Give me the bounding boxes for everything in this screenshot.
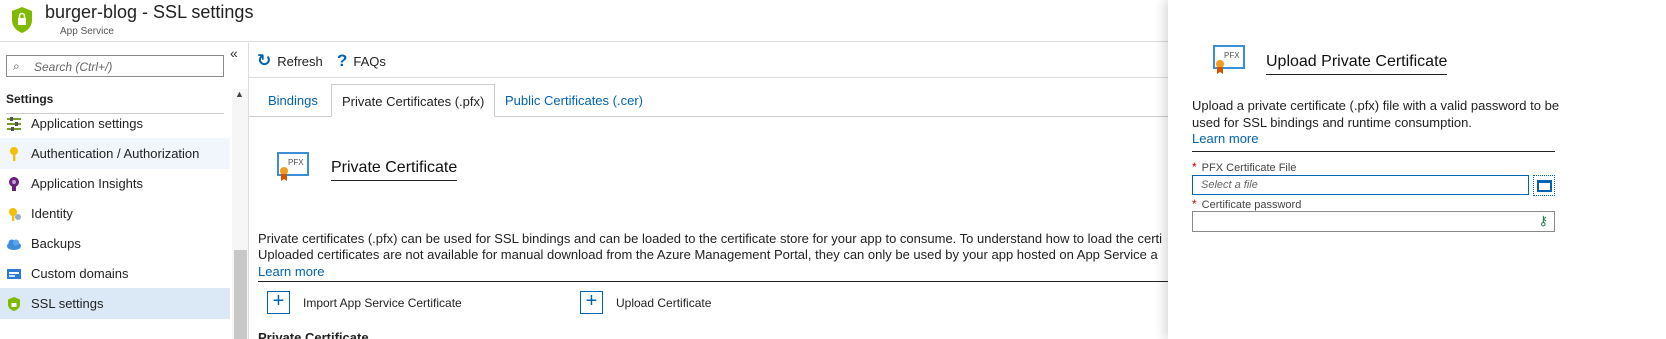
upload-certificate-button[interactable]: + Upload Certificate — [580, 291, 711, 314]
scrollbar-thumb[interactable] — [234, 250, 247, 339]
sidebar-item-label: SSL settings — [31, 296, 104, 311]
folder-icon — [1537, 180, 1552, 192]
import-app-service-certificate-button[interactable]: + Import App Service Certificate — [267, 291, 462, 314]
certificate-password-label-text: Certificate password — [1201, 199, 1302, 211]
pfx-file-label: * PFX Certificate File — [1192, 160, 1296, 174]
file-placeholder: Select a file — [1201, 179, 1258, 191]
panel-learn-more-link[interactable]: Learn more — [1192, 131, 1258, 146]
sidebar-item-label: Custom domains — [31, 266, 129, 281]
certificate-password-input[interactable]: ⚷ — [1192, 211, 1555, 232]
faqs-label: FAQs — [353, 53, 386, 69]
search-icon: ⌕ — [13, 59, 20, 73]
sidebar-item-label: Backups — [31, 236, 81, 251]
pfx-icon-text: PFX — [1224, 51, 1240, 60]
shield-icon — [8, 297, 20, 311]
sidebar-item-label: Authentication / Authorization — [31, 146, 200, 161]
main-content: ↻ Refresh ? FAQs Bindings Private Certif… — [248, 43, 1246, 339]
upload-certificate-panel: PFX Upload Private Certificate Upload a … — [1168, 0, 1666, 339]
pfx-certificate-icon: PFX — [277, 152, 309, 181]
key-icon — [10, 147, 18, 161]
tab-public-certificates[interactable]: Public Certificates (.cer) — [495, 84, 653, 117]
panel-description: Upload a private certificate (.pfx) file… — [1192, 98, 1560, 130]
refresh-icon: ↻ — [257, 51, 272, 70]
required-marker: * — [1192, 160, 1197, 174]
double-chevron-left-icon[interactable]: « — [230, 45, 238, 61]
sidebar-item-label: Identity — [31, 206, 73, 221]
domain-icon — [7, 269, 21, 279]
page-title: burger-blog - SSL settings — [45, 2, 254, 22]
sidebar-item-label: Application settings — [31, 116, 144, 131]
upload-label: Upload Certificate — [616, 295, 712, 310]
tab-private-certificates[interactable]: Private Certificates (.pfx) — [331, 84, 496, 117]
question-icon: ? — [337, 51, 348, 70]
divider — [258, 281, 1246, 282]
blade-header: burger-blog - SSL settings App Service — [0, 0, 1245, 42]
scroll-up-icon[interactable]: ▲ — [235, 89, 244, 99]
cloud-icon — [7, 239, 21, 250]
pfx-file-label-text: PFX Certificate File — [1201, 162, 1297, 174]
key-icon: ⚷ — [1538, 213, 1548, 228]
search-placeholder: Search (Ctrl+/) — [34, 60, 113, 74]
learn-more-link[interactable]: Learn more — [258, 264, 324, 279]
pfx-file-input[interactable]: Select a file — [1192, 175, 1529, 195]
sidebar-item-authentication[interactable]: Authentication / Authorization — [0, 138, 230, 169]
import-label: Import App Service Certificate — [303, 295, 462, 310]
app-service-shield-icon — [12, 7, 32, 33]
panel-title: Upload Private Certificate — [1266, 53, 1448, 75]
tab-bindings[interactable]: Bindings — [258, 84, 328, 117]
sidebar-item-identity[interactable]: Identity — [0, 198, 230, 229]
plus-icon: + — [267, 291, 290, 314]
sidebar-item-application-insights[interactable]: Application Insights — [0, 168, 230, 199]
browse-file-button[interactable] — [1533, 175, 1555, 196]
sidebar-item-custom-domains[interactable]: Custom domains — [0, 258, 230, 289]
description-line1: Private certificates (.pfx) can be used … — [258, 231, 1163, 246]
sidebar-section-settings: Settings — [6, 92, 54, 106]
faqs-button[interactable]: ? FAQs — [337, 49, 386, 73]
plus-icon: + — [580, 291, 603, 314]
page-subtitle: App Service — [60, 26, 114, 37]
section-heading-cut: Private Certificate — [258, 330, 369, 339]
certificate-password-label: * Certificate password — [1192, 197, 1301, 211]
sidebar-item-ssl-settings[interactable]: SSL settings — [0, 288, 230, 319]
required-marker: * — [1192, 197, 1197, 211]
refresh-button[interactable]: ↻ Refresh — [257, 49, 323, 73]
settings-bars-icon — [7, 117, 21, 131]
refresh-label: Refresh — [277, 53, 323, 69]
sidebar-item-label: Application Insights — [31, 176, 144, 191]
sidebar-item-application-settings[interactable]: Application settings — [0, 108, 230, 139]
sidebar: ⌕ Search (Ctrl+/) « Settings ▲ Applicati… — [0, 43, 248, 339]
pfx-certificate-icon: PFX — [1213, 45, 1245, 74]
divider — [249, 77, 1246, 78]
identity-key-icon — [9, 208, 21, 221]
pfx-icon-text: PFX — [288, 158, 304, 167]
description-line2: Uploaded certificates are not available … — [258, 247, 1158, 262]
divider — [1192, 151, 1555, 152]
sidebar-item-backups[interactable]: Backups — [0, 228, 230, 259]
lightbulb-icon — [9, 177, 19, 191]
search-input[interactable]: ⌕ Search (Ctrl+/) — [6, 55, 224, 77]
section-title: Private Certificate — [331, 159, 458, 181]
